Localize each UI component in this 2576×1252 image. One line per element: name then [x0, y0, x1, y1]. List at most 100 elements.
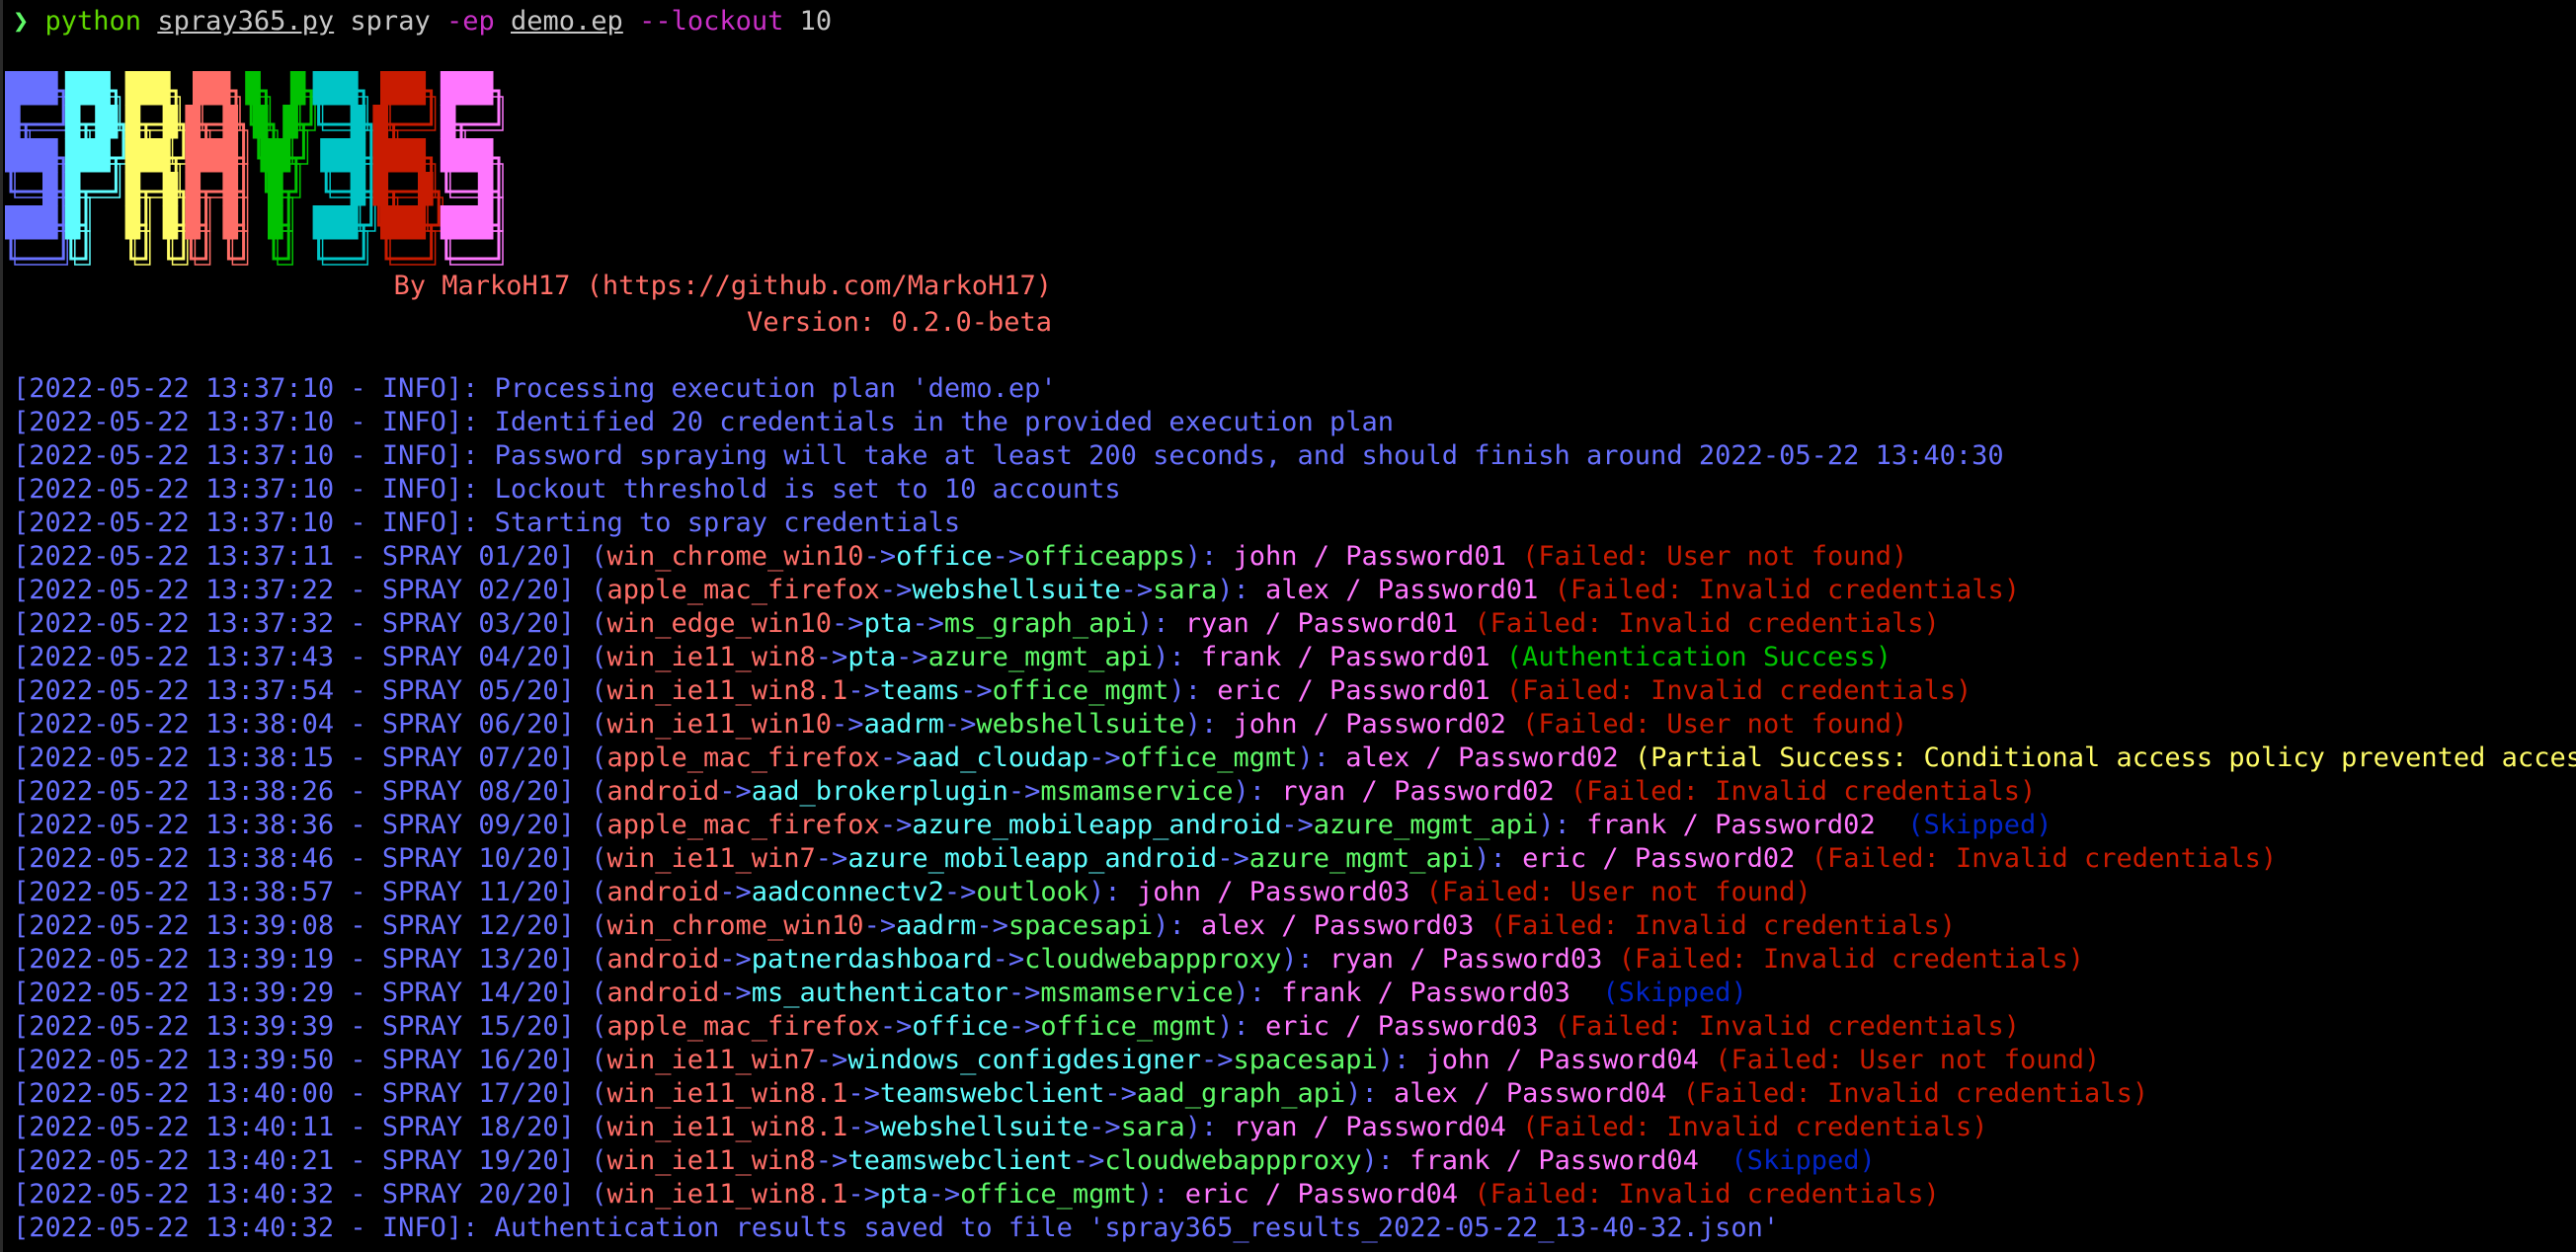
banner-version: Version: 0.2.0-beta	[747, 307, 1052, 338]
log-prefix: [2022-05-22 13:38:15 - SPRAY 07/20]	[13, 743, 575, 773]
result-status: (Failed: Invalid credentials)	[1522, 1112, 1988, 1142]
paren: ):	[1184, 1112, 1234, 1142]
paren: (	[574, 978, 607, 1008]
logo-block	[162, 205, 179, 240]
log-line-spray: [2022-05-22 13:38:46 - SPRAY 10/20] (win…	[13, 842, 2576, 876]
result-status: (Authentication Success)	[1505, 642, 1892, 672]
log-prefix: [2022-05-22 13:37:54 - SPRAY 05/20]	[13, 675, 575, 706]
paren: ):	[1136, 608, 1185, 639]
auth-chain-part: azure_mgmt_api	[927, 642, 1154, 672]
log-prefix: [2022-05-22 13:37:10 - INFO]:	[13, 474, 495, 505]
auth-chain-part: android	[606, 944, 720, 975]
auth-chain-part: azure_mobileapp_android	[912, 810, 1282, 840]
arrow-icon: ->	[847, 1112, 880, 1142]
auth-chain-part: outlook	[976, 877, 1089, 907]
auth-chain-part: aad_brokerplugin	[751, 776, 1008, 807]
log-prefix: [2022-05-22 13:37:10 - INFO]:	[13, 440, 495, 471]
auth-chain-part: officeapps	[1024, 541, 1185, 572]
username: alex	[1200, 910, 1265, 941]
auth-chain-part: office	[912, 1011, 1008, 1042]
log-prefix: [2022-05-22 13:39:19 - SPRAY 13/20]	[13, 944, 575, 975]
auth-chain-part: apple_mac_firefox	[606, 810, 880, 840]
paren: ):	[1474, 843, 1523, 874]
paren: (	[574, 1045, 607, 1075]
log-line-spray: [2022-05-22 13:39:39 - SPRAY 15/20] (app…	[13, 1010, 2576, 1044]
logo-block	[64, 172, 81, 206]
username: john	[1425, 1045, 1490, 1075]
arrow-icon: ->	[847, 1078, 880, 1109]
log-line-spray: [2022-05-22 13:40:32 - SPRAY 20/20] (win…	[13, 1178, 2576, 1212]
paren: ):	[1217, 1011, 1265, 1042]
username: alex	[1264, 575, 1330, 605]
paren: ):	[1233, 978, 1282, 1008]
logo-block	[5, 71, 58, 106]
log-prefix: [2022-05-22 13:40:00 - SPRAY 17/20]	[13, 1078, 575, 1109]
log-prefix: [2022-05-22 13:39:29 - SPRAY 14/20]	[13, 978, 575, 1008]
separator: /	[1281, 675, 1330, 706]
separator: /	[1586, 843, 1635, 874]
password: Password01	[1345, 541, 1506, 572]
result-status: (Partial Success: Conditional access pol…	[1634, 743, 2576, 773]
logo-block	[282, 105, 298, 139]
log-line-spray: [2022-05-22 13:38:36 - SPRAY 09/20] (app…	[13, 809, 2576, 842]
auth-chain-part: win_ie11_win8	[606, 642, 816, 672]
log-prefix: [2022-05-22 13:37:22 - SPRAY 02/20]	[13, 575, 575, 605]
auth-chain-part: win_ie11_win8	[606, 1145, 816, 1176]
arrow-icon: ->	[960, 675, 993, 706]
paren: ):	[1184, 709, 1234, 740]
logo-block	[222, 205, 239, 240]
password: Password01	[1297, 608, 1459, 639]
username: alex	[1345, 743, 1410, 773]
log-prefix: [2022-05-22 13:40:21 - SPRAY 19/20]	[13, 1145, 575, 1176]
paren: (	[574, 608, 607, 639]
log-line-spray: [2022-05-22 13:37:11 - SPRAY 01/20] (win…	[13, 540, 2576, 574]
password: Password02	[1634, 843, 1796, 874]
auth-chain-part: teams	[879, 675, 961, 706]
auth-chain-part: win_ie11_win8.1	[606, 1078, 848, 1109]
log-line-info: [2022-05-22 13:37:10 - INFO]: Processing…	[13, 372, 2576, 406]
username: ryan	[1233, 1112, 1298, 1142]
arrow-icon: ->	[879, 810, 913, 840]
logo-block	[42, 172, 58, 206]
log-line-spray: [2022-05-22 13:37:54 - SPRAY 05/20] (win…	[13, 674, 2576, 708]
auth-chain-part: spacesapi	[1007, 910, 1154, 941]
auth-chain-part: windows_configdesigner	[847, 1045, 1201, 1075]
arrow-icon: ->	[815, 642, 848, 672]
password: Password04	[1505, 1078, 1667, 1109]
auth-chain-part: office_mgmt	[992, 675, 1169, 706]
log-output: [2022-05-22 13:37:10 - INFO]: Processing…	[13, 372, 2576, 1245]
log-prefix: [2022-05-22 13:39:39 - SPRAY 15/20]	[13, 1011, 575, 1042]
username: frank	[1281, 978, 1362, 1008]
log-prefix: [2022-05-22 13:39:50 - SPRAY 16/20]	[13, 1045, 575, 1075]
log-prefix: [2022-05-22 13:40:11 - SPRAY 18/20]	[13, 1112, 575, 1142]
auth-chain-part: msmamservice	[1040, 776, 1234, 807]
auth-chain-part: ms_authenticator	[751, 978, 1008, 1008]
paren: ):	[1377, 1045, 1426, 1075]
logo-block	[64, 138, 111, 173]
logo-block	[185, 172, 201, 206]
separator: /	[1248, 608, 1298, 639]
paren: (	[574, 642, 607, 672]
paren: (	[574, 541, 607, 572]
log-line-spray: [2022-05-22 13:40:21 - SPRAY 19/20] (win…	[13, 1144, 2576, 1178]
log-prefix: [2022-05-22 13:38:46 - SPRAY 10/20]	[13, 843, 575, 874]
auth-chain-part: win_ie11_win8.1	[606, 1179, 848, 1210]
auth-chain-part: win_ie11_win10	[606, 709, 833, 740]
log-prefix: [2022-05-22 13:39:08 - SPRAY 12/20]	[13, 910, 575, 941]
log-line-spray: [2022-05-22 13:38:26 - SPRAY 08/20] (and…	[13, 775, 2576, 809]
arrow-icon: ->	[832, 608, 864, 639]
logo-block	[312, 205, 359, 240]
logo-block	[222, 172, 239, 206]
result-status: (Failed: Invalid credentials)	[1554, 1011, 2021, 1042]
arrow-icon: ->	[1007, 776, 1041, 807]
logo-block	[260, 138, 291, 173]
paren: ):	[1153, 642, 1201, 672]
